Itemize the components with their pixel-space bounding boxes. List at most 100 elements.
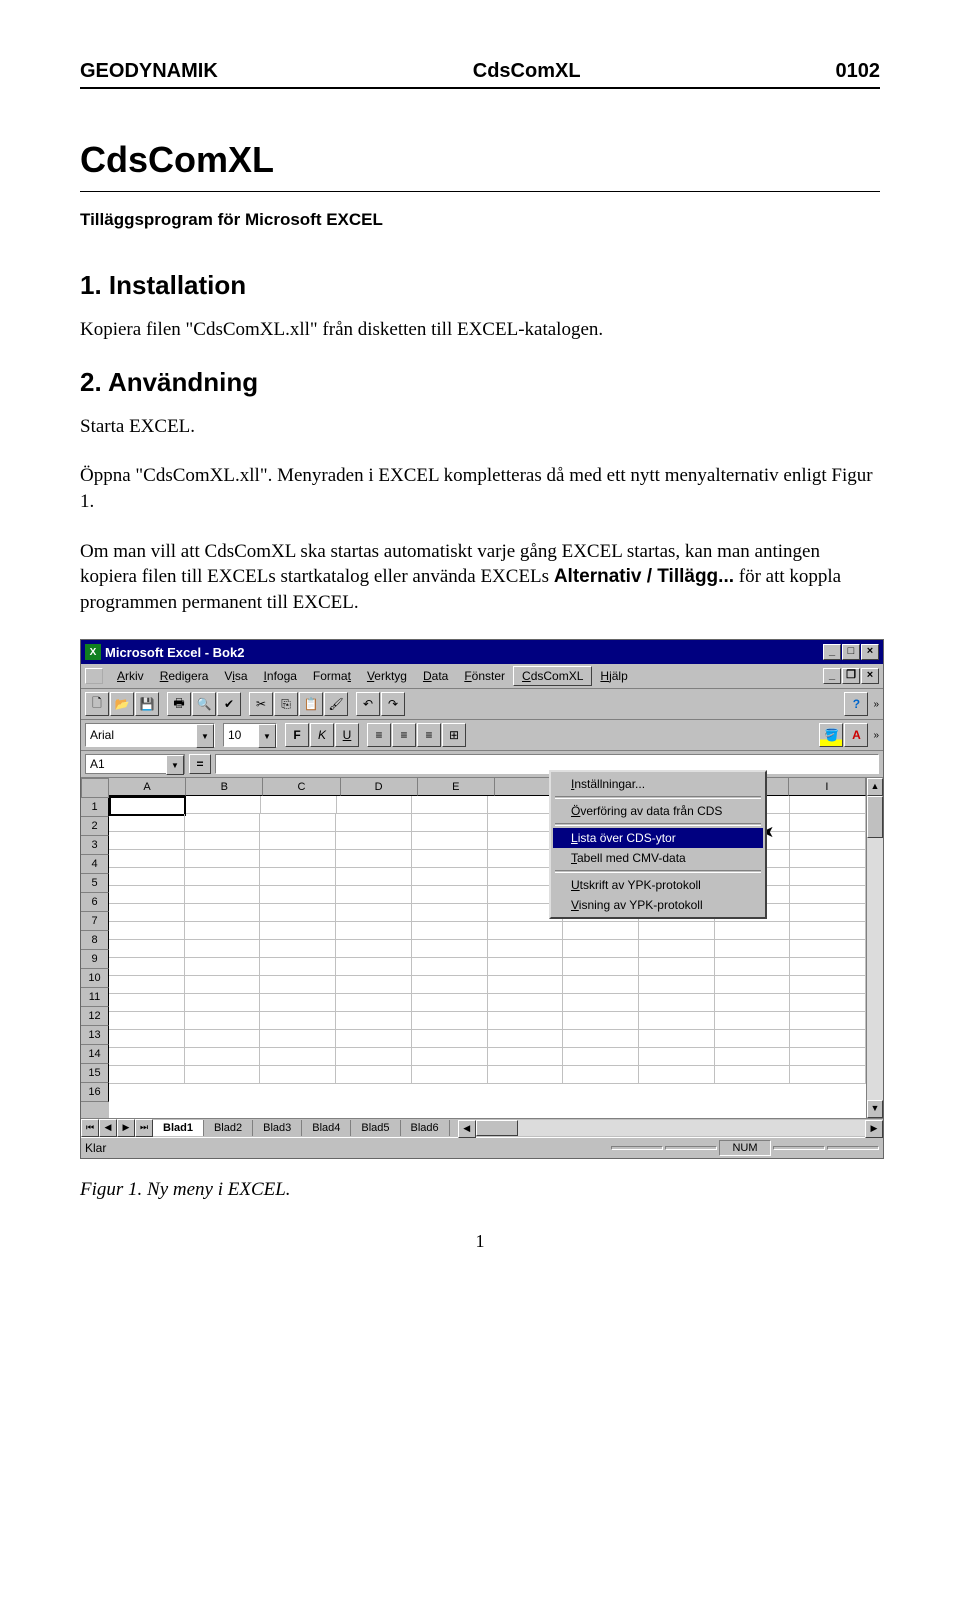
cell[interactable]	[336, 1030, 412, 1048]
cell[interactable]	[639, 1012, 715, 1030]
cell[interactable]	[185, 814, 261, 832]
cell[interactable]	[715, 1066, 791, 1084]
cell[interactable]	[260, 976, 336, 994]
row-header[interactable]: 5	[81, 874, 109, 893]
cell[interactable]	[412, 940, 488, 958]
cell[interactable]	[412, 1012, 488, 1030]
redo-icon[interactable]: ↷	[381, 692, 405, 716]
cell[interactable]	[488, 958, 564, 976]
cell[interactable]	[260, 814, 336, 832]
format-painter-icon[interactable]: 🖌	[324, 692, 348, 716]
menu-hjalp[interactable]: Hjälp	[592, 667, 635, 685]
cell[interactable]	[109, 1066, 185, 1084]
cell[interactable]	[260, 850, 336, 868]
tab-nav-prev-icon[interactable]: ◀	[99, 1119, 117, 1137]
sheet-tab-blad6[interactable]: Blad6	[401, 1120, 450, 1136]
cell[interactable]	[715, 940, 791, 958]
cell[interactable]	[412, 850, 488, 868]
select-all-corner[interactable]	[81, 778, 109, 798]
cell[interactable]	[488, 940, 564, 958]
col-header[interactable]: C	[263, 778, 340, 796]
tab-nav-last-icon[interactable]: ⏭	[135, 1119, 153, 1137]
menu-item-tabell[interactable]: Tabell med CMV-data	[553, 848, 763, 868]
paste-icon[interactable]: 📋	[299, 692, 323, 716]
maximize-button[interactable]: □	[842, 644, 860, 660]
menu-item-installningar[interactable]: Inställningar...	[553, 774, 763, 794]
scroll-thumb[interactable]	[867, 796, 883, 838]
cell[interactable]	[563, 940, 639, 958]
cell[interactable]	[185, 994, 261, 1012]
toolbar-overflow-icon[interactable]: »	[873, 699, 879, 710]
cell[interactable]	[185, 958, 261, 976]
vertical-scrollbar[interactable]: ▲ ▼	[866, 778, 883, 1118]
cell[interactable]	[412, 868, 488, 886]
cell[interactable]	[639, 1066, 715, 1084]
col-header[interactable]: A	[109, 778, 186, 796]
spellcheck-icon[interactable]: ✔	[217, 692, 241, 716]
cell[interactable]	[337, 796, 413, 814]
cell[interactable]	[336, 958, 412, 976]
cell[interactable]	[412, 814, 488, 832]
row-header[interactable]: 9	[81, 950, 109, 969]
sheet-tab-blad2[interactable]: Blad2	[204, 1120, 253, 1136]
cell[interactable]	[261, 796, 337, 814]
cell[interactable]	[109, 796, 186, 816]
cell[interactable]	[109, 904, 185, 922]
cell[interactable]	[790, 958, 866, 976]
cell[interactable]	[715, 1048, 791, 1066]
font-color-icon[interactable]: A	[844, 723, 868, 747]
menu-data[interactable]: Data	[415, 667, 456, 685]
menu-redigera[interactable]: Redigera	[152, 667, 217, 685]
cell[interactable]	[412, 1030, 488, 1048]
menu-item-overforing[interactable]: Överföring av data från CDS	[553, 801, 763, 821]
cell[interactable]	[488, 1030, 564, 1048]
cell[interactable]	[260, 922, 336, 940]
cell[interactable]	[412, 1066, 488, 1084]
cell[interactable]	[563, 1012, 639, 1030]
cell[interactable]	[109, 994, 185, 1012]
cell[interactable]	[790, 940, 866, 958]
cell[interactable]	[639, 1030, 715, 1048]
cell[interactable]	[488, 976, 564, 994]
cell[interactable]	[790, 886, 866, 904]
print-preview-icon[interactable]: 🔍	[192, 692, 216, 716]
cell[interactable]	[790, 1030, 866, 1048]
cell[interactable]	[185, 1066, 261, 1084]
cell[interactable]	[715, 958, 791, 976]
cell[interactable]	[186, 796, 262, 814]
col-header[interactable]: B	[186, 778, 263, 796]
cell[interactable]	[109, 940, 185, 958]
row-header[interactable]: 13	[81, 1026, 109, 1045]
scroll-thumb[interactable]	[476, 1120, 518, 1136]
cell[interactable]	[563, 958, 639, 976]
print-icon[interactable]: 🖶	[167, 692, 191, 716]
cell[interactable]	[639, 958, 715, 976]
cell[interactable]	[715, 994, 791, 1012]
cell[interactable]	[790, 832, 866, 850]
row-header[interactable]: 7	[81, 912, 109, 931]
merge-center-icon[interactable]: ⊞	[442, 723, 466, 747]
cell[interactable]	[185, 976, 261, 994]
sheet-tab-blad4[interactable]: Blad4	[302, 1120, 351, 1136]
undo-icon[interactable]: ↶	[356, 692, 380, 716]
cell[interactable]	[185, 832, 261, 850]
cell[interactable]	[336, 868, 412, 886]
row-header[interactable]: 10	[81, 969, 109, 988]
mdi-minimize-button[interactable]: _	[823, 668, 841, 684]
cell[interactable]	[185, 1012, 261, 1030]
font-size-select[interactable]: 10 ▼	[223, 723, 277, 747]
cell[interactable]	[260, 1012, 336, 1030]
cell[interactable]	[260, 940, 336, 958]
row-header[interactable]: 15	[81, 1064, 109, 1083]
cell[interactable]	[790, 994, 866, 1012]
cell[interactable]	[563, 976, 639, 994]
cell[interactable]	[109, 832, 185, 850]
cell[interactable]	[790, 814, 866, 832]
open-icon[interactable]: 📂	[110, 692, 134, 716]
cell[interactable]	[185, 940, 261, 958]
cell[interactable]	[412, 958, 488, 976]
row-header[interactable]: 4	[81, 855, 109, 874]
cell[interactable]	[185, 1048, 261, 1066]
scroll-down-icon[interactable]: ▼	[867, 1100, 883, 1118]
cell[interactable]	[639, 922, 715, 940]
